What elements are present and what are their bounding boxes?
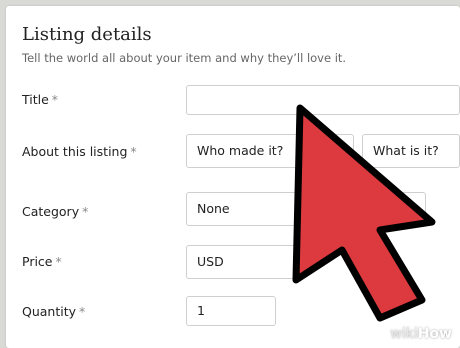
who-made-select[interactable]: Who made it? [186, 134, 354, 168]
required-mark: * [51, 92, 59, 107]
watermark-prefix: wiki [390, 326, 418, 342]
price-currency-field[interactable]: USD [186, 245, 300, 279]
category-label: Category * [22, 204, 88, 219]
required-mark: * [130, 144, 137, 159]
quantity-label-text: Quantity [22, 304, 77, 319]
about-label: About this listing * [22, 144, 137, 159]
required-mark: * [79, 304, 86, 319]
quantity-input[interactable]: 1 [186, 296, 276, 326]
what-is-select[interactable]: What is it? [362, 134, 460, 168]
about-label-text: About this listing [22, 144, 128, 159]
required-mark: * [55, 254, 62, 269]
section-subtitle: Tell the world all about your item and w… [22, 51, 347, 65]
quantity-label: Quantity * [22, 304, 85, 319]
price-label: Price * [22, 254, 62, 269]
section-title: Listing details [22, 24, 152, 45]
category-label-text: Category [22, 204, 80, 219]
required-mark: * [82, 204, 89, 219]
title-label-text: Title [22, 92, 49, 107]
price-label-text: Price [22, 254, 53, 269]
title-label: Title * [22, 92, 58, 107]
wikihow-watermark: wikiHow [390, 326, 452, 342]
category-select[interactable]: None [186, 192, 426, 226]
title-input[interactable] [186, 85, 460, 115]
watermark-suffix: How [417, 326, 452, 342]
